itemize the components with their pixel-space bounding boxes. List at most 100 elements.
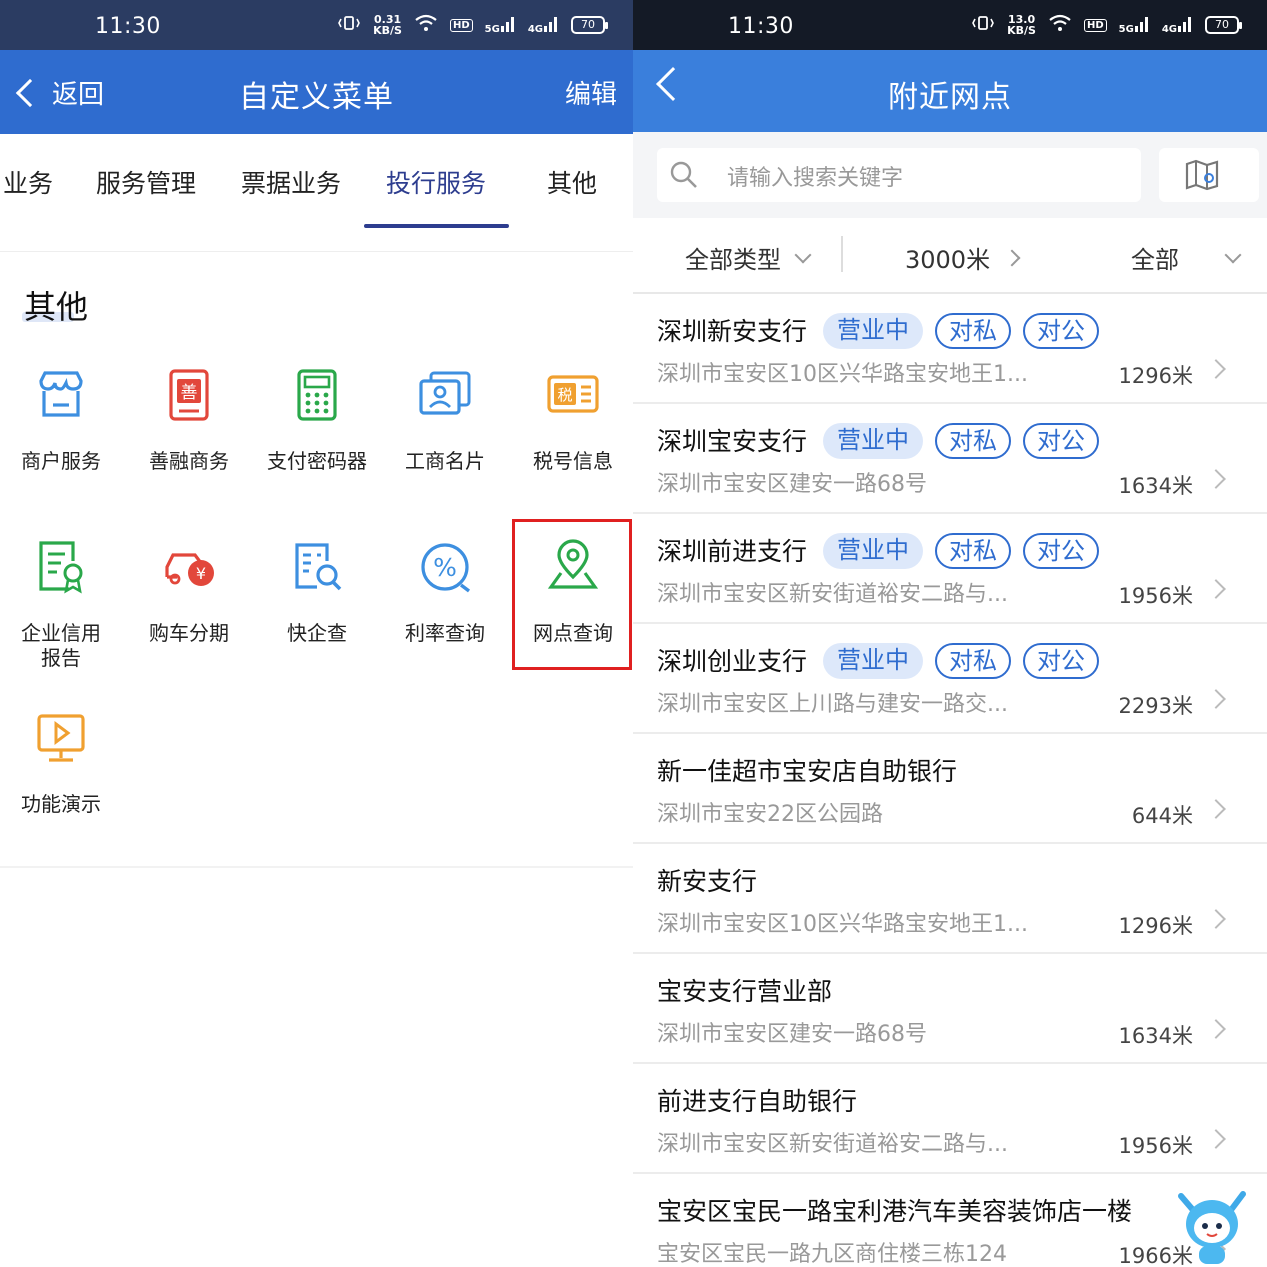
page-title: 自定义菜单 [239, 80, 394, 115]
filter-distance[interactable]: 3000米 [905, 240, 1021, 275]
branch-name: 前进支行自助银行 [657, 1087, 858, 1116]
branch-name: 深圳新安支行 营业中 对私 对公 [657, 312, 1100, 349]
branch-distance: 1296米 [1118, 914, 1193, 938]
filter-bar: 全部类型 3000米 全部 [633, 218, 1267, 294]
highlight-box [512, 519, 632, 670]
svg-text:税: 税 [557, 386, 572, 404]
branch-row[interactable]: 前进支行自助银行深圳市宝安区新安街道裕安二路与... 1956米 [633, 1064, 1267, 1174]
active-tab-indicator [364, 224, 509, 228]
chevron-right-icon [1206, 1129, 1226, 1149]
branch-address: 深圳市宝安区上川路与建安一路交... [657, 692, 1008, 717]
shanrong-icon: 善 [161, 367, 217, 423]
battery-icon: 70 [1205, 16, 1242, 34]
page-title: 附近网点 [888, 80, 1012, 115]
signal-4g-icon: 4G [1162, 16, 1193, 35]
status-badge: 营业中 [823, 313, 924, 349]
service-badge: 对公 [1023, 643, 1100, 679]
tax-icon: 税 [545, 367, 601, 423]
branch-address: 深圳市宝安区新安街道裕安二路与... [657, 1132, 1008, 1157]
hd-icon: HD [1083, 18, 1107, 32]
status-time: 11:30 [728, 14, 794, 39]
branch-name: 深圳宝安支行 营业中 对私 对公 [657, 422, 1100, 459]
shop-icon [33, 367, 89, 423]
nearby-branches-screen: 11:30 13.0 KB/S HD 5G 4G 70 附近网点 请输入搜索关键字 [633, 0, 1267, 1267]
filter-all[interactable]: 全部 [1131, 240, 1242, 275]
branch-row[interactable]: 深圳宝安支行 营业中 对私 对公深圳市宝安区建安一路68号 1634米 [633, 404, 1267, 514]
signal-4g-icon: 4G [528, 16, 559, 35]
company-search-icon [289, 539, 345, 595]
branch-name: 新一佳超市宝安店自助银行 [657, 757, 958, 786]
search-placeholder: 请输入搜索关键字 [727, 166, 904, 191]
branch-badges: 营业中 对私 对公 [823, 533, 1100, 569]
credit-report-icon [33, 539, 89, 595]
tab-investment-banking[interactable]: 投行服务 [386, 164, 486, 200]
chevron-right-icon [1003, 249, 1021, 266]
branch-row[interactable]: 宝安支行营业部 深圳市宝安区建安一路68号 1634米 [633, 954, 1267, 1064]
branch-row[interactable]: 新一佳超市宝安店自助银行深圳市宝安22区公园路 644米 [633, 734, 1267, 844]
chevron-down-icon [794, 246, 812, 263]
map-icon [1185, 159, 1219, 191]
signal-5g-icon: 5G [1119, 16, 1150, 35]
branch-distance: 1634米 [1118, 1024, 1193, 1048]
chevron-right-icon [1206, 909, 1226, 929]
branch-address: 深圳市宝安区新安街道裕安二路与... [657, 582, 1008, 607]
menu-item-interest-rate[interactable]: % 利率查询 [381, 539, 509, 646]
tab-bills[interactable]: 票据业务 [241, 164, 341, 200]
menu-item-business-card[interactable]: 工商名片 [381, 367, 509, 474]
tab-service-management[interactable]: 服务管理 [96, 164, 196, 200]
branch-distance: 1634米 [1118, 474, 1193, 498]
branch-row[interactable]: 深圳前进支行 营业中 对私 对公 深圳市宝安区新安街道裕安二路与... 1956米 [633, 514, 1267, 624]
branch-badges: 营业中 对私 对公 [823, 423, 1100, 459]
branch-distance: 1956米 [1118, 1134, 1193, 1158]
filter-type[interactable]: 全部类型 [685, 240, 812, 275]
service-badge: 对私 [935, 533, 1012, 569]
status-bar: 11:30 13.0 KB/S HD 5G 4G 70 [633, 0, 1267, 50]
menu-item-payment-password[interactable]: 支付密码器 [253, 367, 381, 474]
svg-text:善: 善 [181, 383, 198, 403]
tab-other[interactable]: 其他 [547, 164, 597, 200]
branch-row[interactable]: 新安支行 深圳市宝安区10区兴华路宝安地王1... 1296米 [633, 844, 1267, 954]
service-badge: 对公 [1023, 533, 1100, 569]
section-title: 其他 [24, 288, 89, 326]
app-header: 附近网点 [633, 50, 1267, 132]
menu-item-shanrong[interactable]: 善 善融商务 [125, 367, 253, 474]
category-tabs: 业务 服务管理 票据业务 投行服务 其他 [0, 134, 633, 252]
status-bar: 11:30 0.31 KB/S HD 5G 4G 70 [0, 0, 633, 50]
branch-row[interactable]: 深圳新安支行 营业中 对私 对公深圳市宝安区10区兴华路宝安地王1... 1296米 [633, 294, 1267, 404]
branch-address: 深圳市宝安22区公园路 [657, 802, 883, 827]
tab-business[interactable]: 业务 [3, 164, 53, 200]
edit-button[interactable]: 编辑 [565, 74, 617, 111]
net-speed: 13.0 KB/S [1007, 13, 1036, 37]
menu-item-credit-report[interactable]: 企业信用 报告 [0, 539, 125, 671]
net-speed: 0.31 KB/S [373, 13, 402, 37]
branch-address: 宝安区宝民一路九区商住楼三栋124 [657, 1242, 1007, 1267]
branch-name: 深圳创业支行 营业中 对私 对公 [657, 642, 1100, 679]
menu-item-tax-info[interactable]: 税 税号信息 [509, 367, 633, 474]
menu-item-demo[interactable]: 功能演示 [0, 710, 125, 817]
map-view-button[interactable] [1159, 148, 1259, 202]
chevron-right-icon [1206, 1019, 1226, 1039]
menu-item-merchant-service[interactable]: 商户服务 [0, 367, 125, 474]
mascot-icon[interactable] [1171, 1186, 1253, 1266]
hd-icon: HD [449, 18, 473, 32]
menu-item-company-search[interactable]: 快企查 [253, 539, 381, 646]
branch-row[interactable]: 深圳创业支行 营业中 对私 对公 深圳市宝安区上川路与建安一路交... 2293米 [633, 624, 1267, 734]
battery-icon: 70 [571, 16, 608, 34]
service-badge: 对公 [1023, 423, 1100, 459]
status-badge: 营业中 [823, 643, 924, 679]
branch-name: 宝安区宝民一路宝利港汽车美容装饰店一楼 [657, 1197, 1133, 1226]
branch-address: 深圳市宝安区建安一路68号 [657, 472, 927, 497]
service-badge: 对私 [935, 313, 1012, 349]
branch-badges: 营业中 对私 对公 [823, 643, 1100, 679]
car-loan-icon: ¥ [161, 539, 217, 595]
branch-address: 深圳市宝安区10区兴华路宝安地王1... [657, 912, 1028, 937]
branch-address: 深圳市宝安区10区兴华路宝安地王1... [657, 362, 1028, 387]
branch-distance: 644米 [1131, 804, 1193, 828]
business-card-icon [417, 367, 473, 423]
wifi-icon [1048, 14, 1072, 36]
search-input[interactable]: 请输入搜索关键字 [657, 148, 1141, 202]
branch-distance: 1956米 [1118, 584, 1193, 608]
menu-item-car-loan[interactable]: ¥ 购车分期 [125, 539, 253, 646]
branch-distance: 1296米 [1118, 364, 1193, 388]
vibrate-icon [971, 14, 995, 36]
